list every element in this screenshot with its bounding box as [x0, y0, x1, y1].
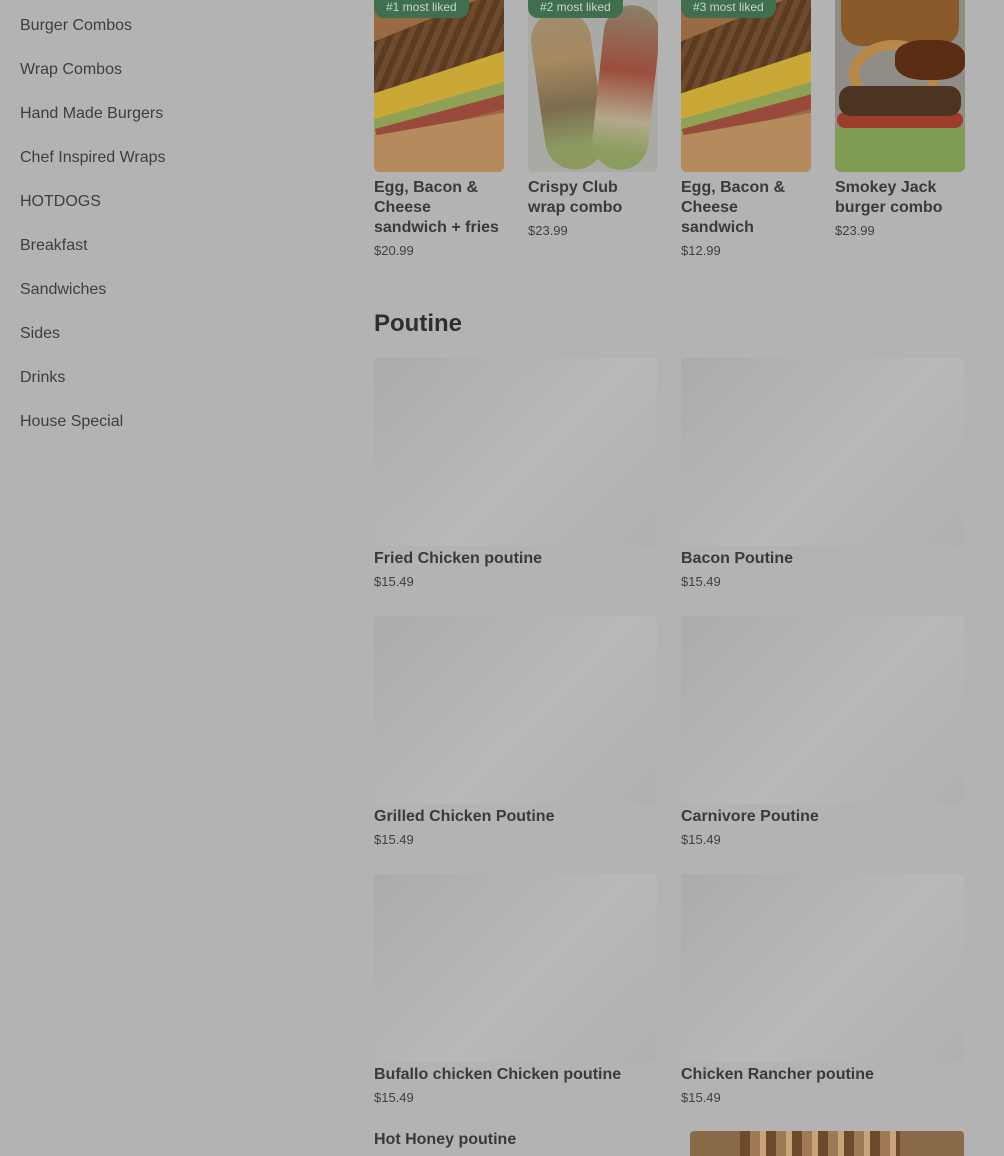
- featured-item-card[interactable]: #3 most liked Egg, Bacon & Cheese sandwi…: [681, 0, 811, 258]
- menu-item-card[interactable]: Bacon Poutine $15.49: [681, 358, 964, 589]
- most-liked-badge: #2 most liked: [528, 0, 623, 18]
- sidebar-item-sandwiches[interactable]: Sandwiches: [20, 281, 106, 299]
- menu-item-card[interactable]: Chicken Rancher poutine $15.49: [681, 874, 964, 1105]
- menu-item-image-placeholder: [374, 358, 657, 546]
- featured-item-title: Crispy Club wrap combo: [528, 179, 623, 216]
- featured-item-image: [374, 0, 504, 172]
- menu-item-card[interactable]: Carnivore Poutine $15.49: [681, 616, 964, 847]
- featured-item-title: Egg, Bacon & Cheese sandwich: [681, 179, 786, 236]
- menu-item-name: Bufallo chicken Chicken poutine: [374, 1066, 622, 1083]
- featured-item-card[interactable]: #2 most liked Crispy Club wrap combo $23…: [528, 0, 658, 238]
- menu-item-name: Bacon Poutine: [681, 550, 794, 567]
- featured-item-price: $23.99: [835, 223, 875, 238]
- sidebar-item-sides[interactable]: Sides: [20, 325, 60, 343]
- menu-item-price: $15.49: [681, 832, 721, 847]
- menu-item-image-placeholder: [374, 874, 657, 1062]
- featured-item-image: [528, 0, 658, 172]
- sidebar-item-wrap-combos[interactable]: Wrap Combos: [20, 61, 122, 79]
- sidebar-item-burger-combos[interactable]: Burger Combos: [20, 17, 132, 35]
- section-title-poutine: Poutine: [374, 310, 462, 337]
- sidebar-item-drinks[interactable]: Drinks: [20, 369, 65, 387]
- menu-item-image-placeholder: [681, 874, 964, 1062]
- menu-item-card[interactable]: Fried Chicken poutine $15.49: [374, 358, 657, 589]
- menu-item-image[interactable]: [690, 1131, 964, 1156]
- most-liked-badge: #1 most liked: [374, 0, 469, 18]
- menu-item-image-placeholder: [681, 616, 964, 804]
- menu-item-price: $15.49: [681, 574, 721, 589]
- sidebar-item-hotdogs[interactable]: HOTDOGS: [20, 193, 101, 211]
- featured-item-price: $23.99: [528, 223, 568, 238]
- menu-item-price: $15.49: [374, 832, 414, 847]
- sidebar-item-house-special[interactable]: House Special: [20, 413, 123, 431]
- sidebar-item-chef-inspired-wraps[interactable]: Chef Inspired Wraps: [20, 149, 166, 167]
- menu-item-card[interactable]: Bufallo chicken Chicken poutine $15.49: [374, 874, 657, 1105]
- menu-item-name[interactable]: Hot Honey poutine: [374, 1131, 516, 1149]
- menu-item-image-placeholder: [374, 616, 657, 804]
- featured-item-image: [835, 0, 965, 172]
- featured-item-title: Egg, Bacon & Cheese sandwich + fries: [374, 179, 499, 236]
- featured-item-price: $20.99: [374, 243, 414, 258]
- menu-item-name: Fried Chicken poutine: [374, 550, 543, 567]
- menu-item-price: $15.49: [374, 1090, 414, 1105]
- featured-item-image: [681, 0, 811, 172]
- menu-item-price: $15.49: [681, 1090, 721, 1105]
- menu-item-card[interactable]: Grilled Chicken Poutine $15.49: [374, 616, 657, 847]
- menu-item-name: Grilled Chicken Poutine: [374, 808, 555, 825]
- sidebar-item-breakfast[interactable]: Breakfast: [20, 237, 88, 255]
- most-liked-badge: #3 most liked: [681, 0, 776, 18]
- menu-item-name: Carnivore Poutine: [681, 808, 819, 825]
- featured-item-price: $12.99: [681, 243, 721, 258]
- menu-item-price: $15.49: [374, 574, 414, 589]
- sidebar-item-hand-made-burgers[interactable]: Hand Made Burgers: [20, 105, 163, 123]
- featured-item-card[interactable]: #1 most liked Egg, Bacon & Cheese sandwi…: [374, 0, 504, 258]
- featured-item-title: Smokey Jack burger combo: [835, 179, 943, 216]
- featured-item-card[interactable]: Smokey Jack burger combo $23.99: [835, 0, 965, 238]
- menu-item-image-placeholder: [681, 358, 964, 546]
- menu-item-name: Chicken Rancher poutine: [681, 1066, 874, 1083]
